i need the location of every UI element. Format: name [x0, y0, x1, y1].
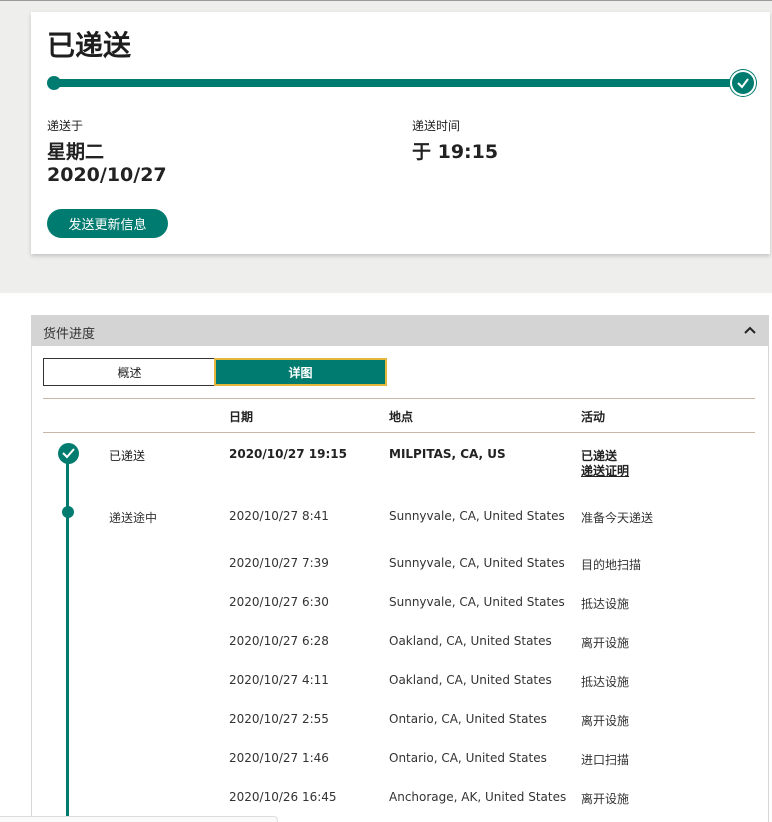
table-top-divider	[43, 398, 755, 399]
delivery-time: 于 19:15	[412, 141, 499, 163]
table-header-divider	[43, 432, 755, 433]
event-date: 2020/10/27 8:41	[229, 509, 329, 523]
event-activity: 抵达设施	[581, 597, 630, 611]
event-activity: 抵达设施	[581, 675, 630, 689]
delivered-node-check-icon	[58, 443, 79, 464]
delivery-time-label: 递送时间	[412, 119, 461, 133]
event-location: Anchorage, AK, United States	[389, 790, 567, 804]
panel-title: 货件进度	[43, 327, 96, 342]
delivered-date: 2020/10/27	[47, 164, 167, 186]
event-date: 2020/10/27 19:15	[229, 447, 347, 461]
event-date: 2020/10/27 6:28	[229, 634, 329, 648]
in-transit-node	[62, 506, 74, 518]
event-date: 2020/10/27 4:11	[229, 673, 329, 687]
column-date: 日期	[229, 410, 254, 424]
event-activity: 进口扫描	[581, 753, 630, 767]
shipment-progress-header[interactable]: 货件进度	[31, 315, 769, 346]
event-location: Sunnyvale, CA, United States	[389, 556, 565, 570]
chevron-up-icon[interactable]	[743, 324, 757, 336]
event-location: MILPITAS, CA, US	[389, 447, 506, 461]
event-status: 递送途中	[109, 511, 158, 525]
proof-of-delivery-link[interactable]: 递送证明	[581, 462, 629, 479]
tab-detail[interactable]: 详图	[214, 358, 387, 386]
event-activity: 离开设施	[581, 636, 630, 650]
progress-start-dot	[47, 76, 61, 90]
event-location: Sunnyvale, CA, United States	[389, 595, 565, 609]
status-title: 已递送	[47, 29, 132, 62]
horizontal-scrollbar[interactable]	[0, 816, 278, 822]
event-status: 已递送	[109, 449, 146, 463]
event-activity: 离开设施	[581, 792, 630, 806]
event-date: 2020/10/27 7:39	[229, 556, 329, 570]
event-location: Ontario, CA, United States	[389, 751, 547, 765]
delivered-on-label: 递送于	[47, 119, 84, 133]
event-activity: 离开设施	[581, 714, 630, 728]
event-location: Oakland, CA, United States	[389, 634, 552, 648]
delivered-day: 星期二	[47, 141, 105, 163]
send-update-button[interactable]: 发送更新信息	[47, 209, 168, 238]
column-activity: 活动	[581, 410, 606, 424]
column-location: 地点	[389, 410, 414, 424]
event-activity: 准备今天递送	[581, 511, 654, 525]
event-date: 2020/10/27 6:30	[229, 595, 329, 609]
event-location: Oakland, CA, United States	[389, 673, 552, 687]
event-date: 2020/10/27 1:46	[229, 751, 329, 765]
tab-overview[interactable]: 概述	[43, 358, 215, 386]
event-activity: 目的地扫描	[581, 558, 642, 572]
event-date: 2020/10/27 2:55	[229, 712, 329, 726]
progress-track	[51, 79, 744, 87]
delivered-check-icon	[730, 70, 756, 96]
event-location: Sunnyvale, CA, United States	[389, 509, 565, 523]
event-location: Ontario, CA, United States	[389, 712, 547, 726]
event-date: 2020/10/26 16:45	[229, 790, 337, 804]
delivery-status-card: 已递送 递送于 星期二 2020/10/27 递送时间 于 19:15 发送更新…	[31, 12, 770, 254]
